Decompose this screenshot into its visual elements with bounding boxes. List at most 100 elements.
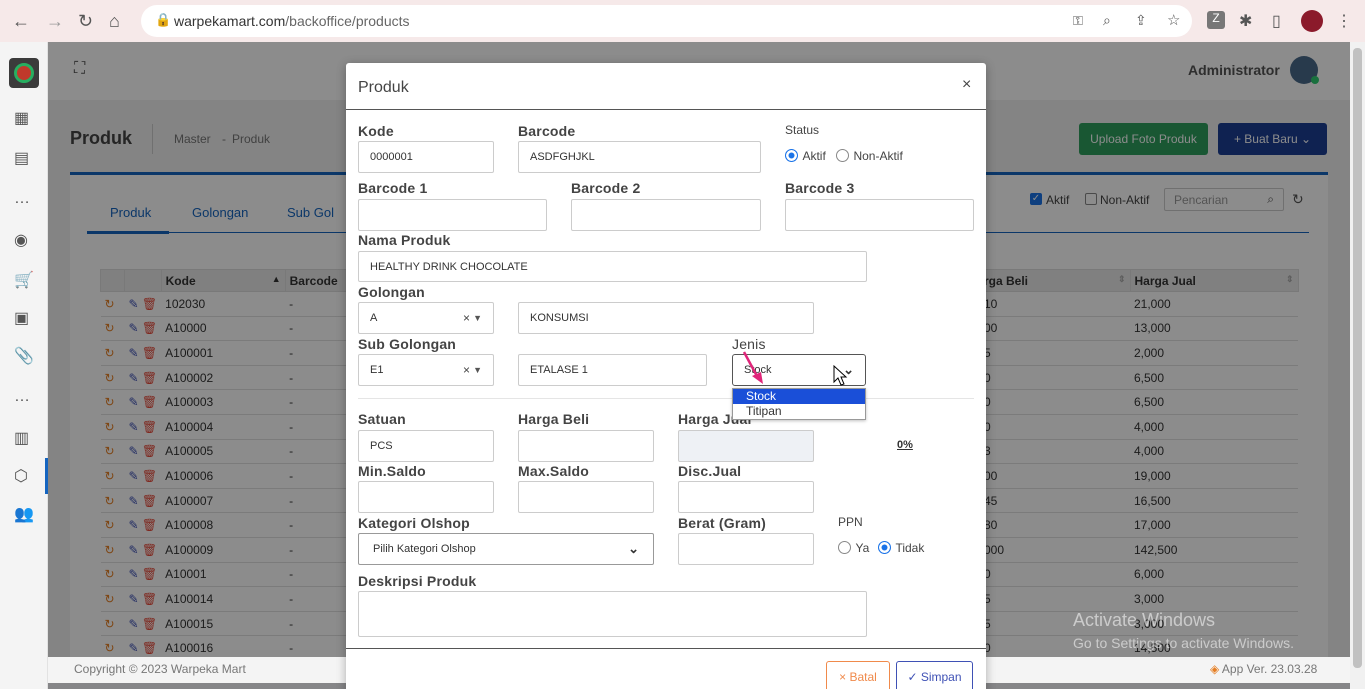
satuan-value: PCS xyxy=(370,440,393,452)
subgol-clear-icon[interactable]: × xyxy=(463,363,470,377)
browser-toolbar: ← → ↻ ⌂ 🔒 warpekamart.com/backoffice/pro… xyxy=(0,0,1365,42)
subgol-name-input[interactable]: ETALASE 1 xyxy=(518,354,707,386)
nama-produk-input[interactable]: HEALTHY DRINK CHOCOLATE xyxy=(358,251,867,282)
menu-dots-icon[interactable]: ⋮ xyxy=(1336,11,1352,31)
page-scrollbar[interactable] xyxy=(1350,42,1365,689)
golongan-label: Golongan xyxy=(358,284,425,300)
sidepanel-icon[interactable]: ▯ xyxy=(1272,11,1281,31)
satuan-input[interactable]: PCS xyxy=(358,430,494,462)
modal-footer-divider xyxy=(346,648,986,649)
back-icon[interactable]: ← xyxy=(12,11,30,32)
profile-avatar[interactable] xyxy=(1301,10,1323,32)
star-icon[interactable]: ☆ xyxy=(1167,11,1180,29)
margin-value: 0% xyxy=(897,439,913,451)
disc-jual-label: Disc.Jual xyxy=(678,463,742,479)
puzzle-icon[interactable]: ✱ xyxy=(1239,11,1252,31)
subgol-label: Sub Golongan xyxy=(358,336,457,352)
status-inactive-option[interactable]: Non-Aktif xyxy=(836,147,903,165)
more-icon: … xyxy=(14,190,30,207)
subgol-select[interactable]: E1 × ▼ xyxy=(358,354,494,386)
status-inactive-label: Non-Aktif xyxy=(853,148,903,163)
harga-jual-input[interactable] xyxy=(678,430,814,462)
url-text: warpekamart.com/backoffice/products xyxy=(174,13,410,29)
extension-z-icon[interactable]: Z xyxy=(1207,11,1225,29)
barcode1-label: Barcode 1 xyxy=(358,180,428,196)
jenis-dropdown-list: Stock Titipan xyxy=(732,388,866,420)
zoom-icon[interactable]: ⌕ xyxy=(1103,12,1111,29)
paperclip-icon[interactable]: 📎 xyxy=(14,346,34,366)
footer-copyright: Copyright © 2023 Warpeka Mart xyxy=(74,662,246,676)
barcode-label: Barcode xyxy=(518,123,576,139)
barcode-input[interactable]: ASDFGHJKL xyxy=(518,141,761,173)
cart-icon[interactable]: 🛒 xyxy=(14,270,34,290)
deskripsi-textarea[interactable] xyxy=(358,591,867,637)
logo xyxy=(9,58,39,88)
max-saldo-label: Max.Saldo xyxy=(518,463,590,479)
kategori-value: Pilih Kategori Olshop xyxy=(373,543,476,555)
url-path: /backoffice/products xyxy=(285,13,410,29)
kode-label: Kode xyxy=(358,123,394,139)
subgol-code: E1 xyxy=(370,364,384,376)
save-button[interactable]: ✓ Simpan xyxy=(896,661,973,689)
layers-icon: ◈ xyxy=(1210,662,1220,676)
harga-beli-input[interactable] xyxy=(518,430,654,462)
max-saldo-input[interactable] xyxy=(518,481,654,513)
kode-value: 0000001 xyxy=(370,151,413,163)
mouse-cursor-icon xyxy=(833,365,848,386)
ppn-no-label: Tidak xyxy=(895,540,925,555)
cancel-button[interactable]: × Batal xyxy=(826,661,890,689)
dashboard-icon[interactable]: ▦ xyxy=(14,108,29,128)
lock-icon: 🔒 xyxy=(155,12,172,27)
app-sidebar: ▦ ▤ … ◉ 🛒 ▣ 📎 … ▥ ⬡ 👥 xyxy=(0,42,48,689)
kategori-label: Kategori Olshop xyxy=(358,515,470,531)
jenis-option-stock[interactable]: Stock xyxy=(733,389,865,404)
jenis-option-titipan[interactable]: Titipan xyxy=(733,404,865,419)
golongan-name-input[interactable]: KONSUMSI xyxy=(518,302,814,334)
golongan-clear-icon[interactable]: × xyxy=(463,311,470,325)
barcode3-input[interactable] xyxy=(785,199,974,231)
modal-title: Produk xyxy=(358,79,409,96)
book-icon[interactable]: ▥ xyxy=(14,428,29,448)
footer-version-text: App Ver. 23.03.28 xyxy=(1221,662,1318,676)
close-icon[interactable]: × xyxy=(962,76,971,94)
calculator-icon[interactable]: ▣ xyxy=(14,308,29,328)
berat-input[interactable] xyxy=(678,533,814,565)
golongan-select[interactable]: A × ▼ xyxy=(358,302,494,334)
status-active-radio[interactable] xyxy=(785,149,798,163)
barcode1-input[interactable] xyxy=(358,199,547,231)
users-icon[interactable]: 👥 xyxy=(14,504,34,524)
status-label: Status xyxy=(785,123,820,137)
barcode3-label: Barcode 3 xyxy=(785,180,855,196)
subgol-name-value: ETALASE 1 xyxy=(530,364,588,376)
url-domain: warpekamart.com xyxy=(174,13,286,29)
box-icon[interactable]: ⬡ xyxy=(14,466,28,486)
broadcast-icon[interactable]: ◉ xyxy=(14,230,28,250)
clipboard-icon[interactable]: ▤ xyxy=(14,148,29,168)
ppn-no-option[interactable]: Tidak xyxy=(878,539,924,557)
product-modal: Produk × Kode 0000001 Barcode ASDFGHJKL … xyxy=(346,63,986,689)
ppn-no-radio[interactable] xyxy=(878,541,891,555)
disc-jual-input[interactable] xyxy=(678,481,814,513)
forward-icon[interactable]: → xyxy=(46,11,64,32)
status-inactive-radio[interactable] xyxy=(836,149,849,163)
status-active-option[interactable]: Aktif xyxy=(785,147,826,165)
reload-icon[interactable]: ↻ xyxy=(78,11,93,32)
caret-down-icon: ▼ xyxy=(473,365,482,375)
ppn-yes-radio[interactable] xyxy=(838,541,851,555)
key-icon[interactable]: ⚿ xyxy=(1073,13,1083,29)
scrollbar-thumb[interactable] xyxy=(1353,48,1362,668)
ppn-yes-option[interactable]: Ya xyxy=(838,539,869,557)
min-saldo-input[interactable] xyxy=(358,481,494,513)
home-icon[interactable]: ⌂ xyxy=(109,11,120,32)
nama-produk-value: HEALTHY DRINK CHOCOLATE xyxy=(370,260,528,273)
caret-down-icon: ▼ xyxy=(473,313,482,323)
share-icon[interactable]: ⇪ xyxy=(1135,12,1147,29)
watermark-line1: Activate Windows xyxy=(1073,610,1216,630)
footer-version: ◈ App Ver. 23.03.28 xyxy=(1210,662,1317,676)
address-bar[interactable]: 🔒 warpekamart.com/backoffice/products ⚿ … xyxy=(141,5,1192,37)
kode-input[interactable]: 0000001 xyxy=(358,141,494,173)
kategori-select[interactable]: Pilih Kategori Olshop ⌄ xyxy=(358,533,654,565)
status-active-label: Aktif xyxy=(802,148,826,163)
barcode2-input[interactable] xyxy=(571,199,761,231)
more-icon-2: … xyxy=(14,388,30,405)
